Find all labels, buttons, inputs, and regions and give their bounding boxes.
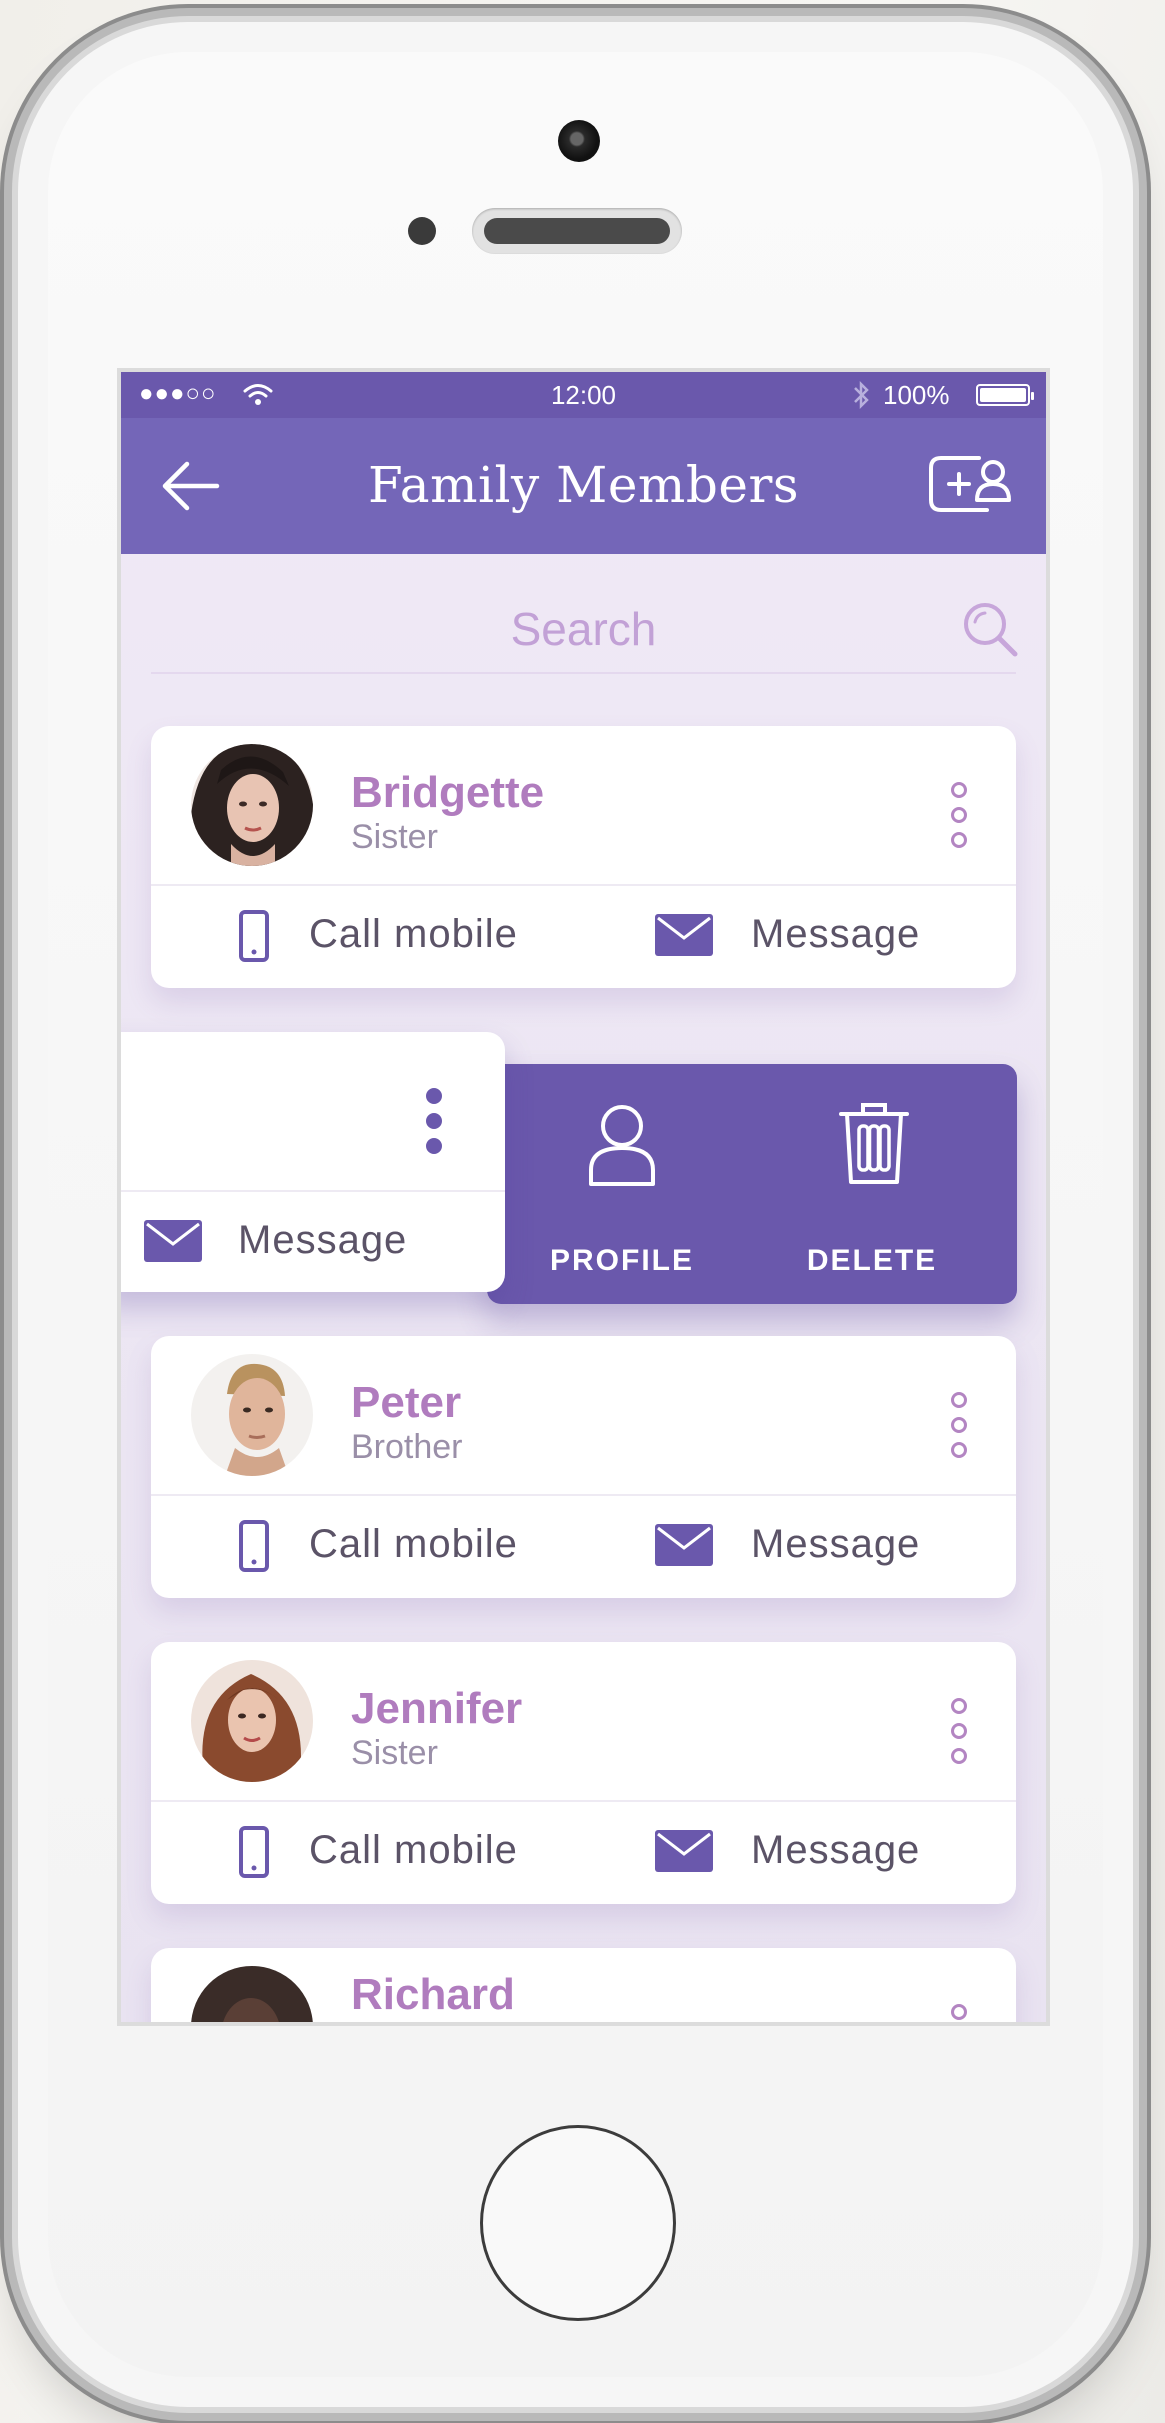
mail-icon — [655, 1830, 713, 1872]
card-header: Jennifer Sister — [151, 1642, 1016, 1802]
more-vertical-icon[interactable] — [426, 1088, 442, 1163]
bluetooth-icon — [854, 380, 869, 410]
page-title: Family Members — [368, 456, 799, 514]
profile-label: PROFILE — [549, 1244, 694, 1277]
message-button[interactable]: Message — [238, 1218, 407, 1263]
battery-icon — [976, 384, 1034, 406]
search-field[interactable]: Search — [151, 594, 1019, 674]
more-vertical-icon[interactable] — [951, 1698, 967, 1773]
message-button[interactable]: Message — [751, 912, 920, 957]
call-mobile-button[interactable]: Call mobile — [309, 1828, 518, 1873]
avatar — [191, 1966, 313, 2022]
contact-relation: Sister — [351, 818, 438, 856]
app-screen: ●●●○○ 12:00 100% Family Members Search B… — [117, 368, 1050, 2026]
phone-icon — [239, 1826, 269, 1878]
contact-card[interactable]: Peter Brother Call mobile Message — [151, 1336, 1016, 1598]
delete-button[interactable]: DELETE — [777, 1094, 967, 1284]
message-button[interactable]: Message — [751, 1828, 920, 1873]
more-vertical-icon[interactable] — [951, 2004, 967, 2022]
contact-name: Bridgette — [351, 768, 545, 817]
call-mobile-button[interactable]: Call mobile — [309, 912, 518, 957]
more-vertical-icon[interactable] — [951, 782, 967, 857]
avatar — [191, 1354, 313, 1476]
front-camera — [558, 120, 600, 162]
contact-name: Peter — [351, 1378, 462, 1427]
avatar — [191, 1660, 313, 1782]
call-mobile-button[interactable]: Call mobile — [309, 1522, 518, 1567]
proximity-sensor — [408, 217, 436, 245]
search-icon[interactable] — [961, 600, 1019, 658]
mail-icon — [144, 1220, 202, 1262]
more-vertical-icon[interactable] — [951, 1392, 967, 1467]
home-button[interactable] — [480, 2125, 676, 2321]
contact-card[interactable]: Richard — [151, 1948, 1016, 2022]
contact-name: Jennifer — [351, 1684, 523, 1733]
card-header: Bridgette Sister — [151, 726, 1016, 886]
contact-relation: Sister — [351, 1734, 438, 1772]
avatar — [191, 744, 313, 866]
earpiece-speaker — [472, 208, 682, 254]
card-header — [121, 1032, 505, 1192]
trash-icon — [839, 1103, 909, 1184]
search-input[interactable]: Search — [151, 602, 1016, 656]
user-icon — [589, 1105, 655, 1186]
contact-name: Richard — [351, 1970, 515, 2019]
add-contact-icon[interactable] — [927, 454, 1017, 516]
swipe-actions: PROFILE DELETE — [487, 1064, 1017, 1304]
message-button[interactable]: Message — [751, 1522, 920, 1567]
status-bar: ●●●○○ 12:00 100% — [121, 372, 1046, 418]
mail-icon — [655, 1524, 713, 1566]
phone-icon — [239, 910, 269, 962]
contact-card[interactable]: Bridgette Sister Call mobile Message — [151, 726, 1016, 988]
contact-relation: Brother — [351, 1428, 463, 1466]
contact-card[interactable]: Jennifer Sister Call mobile Message — [151, 1642, 1016, 1904]
phone-icon — [239, 1520, 269, 1572]
mail-icon — [655, 914, 713, 956]
battery-percentage: 100% — [883, 380, 950, 410]
contact-card-swiped[interactable]: Message — [121, 1032, 505, 1292]
nav-bar: Family Members — [121, 418, 1046, 554]
card-header: Peter Brother — [151, 1336, 1016, 1496]
profile-button[interactable]: PROFILE — [527, 1094, 717, 1284]
delete-label: DELETE — [806, 1244, 938, 1277]
